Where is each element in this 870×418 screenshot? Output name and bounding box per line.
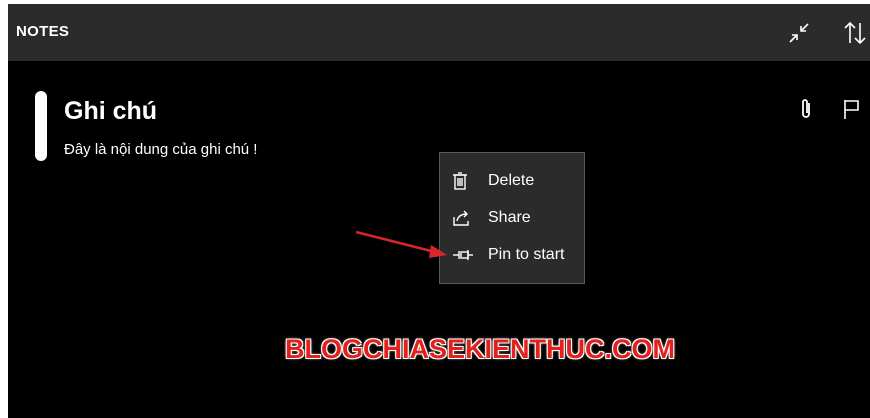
notes-window: NOTES Ghi chú Đây là nội dung của ghi ch… [8, 4, 870, 418]
menu-item-pin-to-start[interactable]: Pin to start [440, 238, 584, 272]
sort-arrows-icon [844, 21, 866, 45]
note-color-bar [35, 91, 47, 161]
flag-icon [844, 100, 859, 119]
attach-button[interactable] [795, 96, 817, 122]
trash-icon [453, 172, 467, 190]
watermark: BLOGCHIASEKIENTHUC.COM [285, 334, 675, 364]
sort-button[interactable] [840, 18, 870, 48]
note-body: Đây là nội dung của ghi chú ! [64, 141, 258, 158]
menu-item-delete[interactable]: Delete [440, 164, 584, 198]
context-menu: Delete Share Pin to start [439, 152, 585, 284]
menu-item-share[interactable]: Share [440, 201, 584, 235]
pin-icon [453, 250, 473, 260]
menu-item-label: Delete [488, 172, 535, 189]
app-title: NOTES [16, 23, 70, 40]
collapse-button[interactable] [784, 18, 814, 48]
menu-item-label: Share [488, 209, 531, 226]
title-bar: NOTES [8, 4, 870, 61]
share-icon [453, 210, 469, 226]
red-pointer-arrow-icon [355, 230, 447, 258]
collapse-arrows-icon [789, 23, 809, 43]
menu-item-label: Pin to start [488, 246, 565, 263]
note-title: Ghi chú [64, 97, 158, 125]
paperclip-icon [802, 99, 810, 118]
flag-button[interactable] [841, 96, 863, 122]
